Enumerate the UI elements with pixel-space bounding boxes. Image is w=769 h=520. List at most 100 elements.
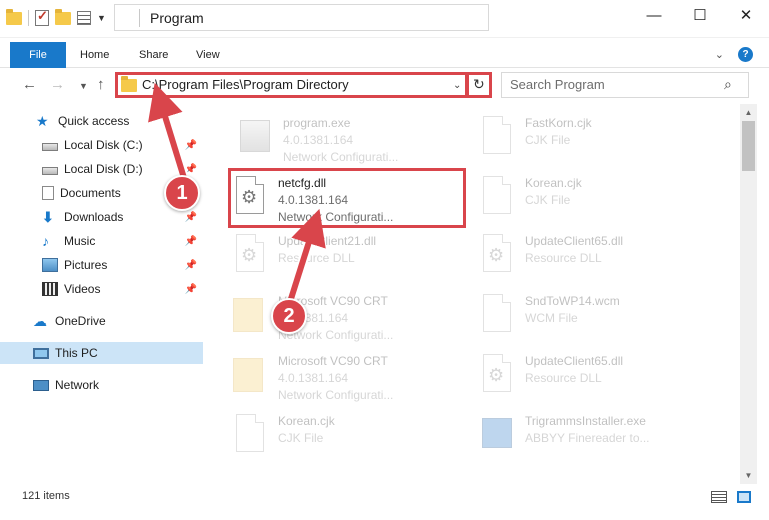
folder-icon bbox=[231, 354, 267, 398]
file-name: UpdateClient65.dll bbox=[525, 234, 624, 248]
installer-icon bbox=[478, 414, 514, 458]
tiles-view-icon[interactable] bbox=[737, 491, 751, 503]
chevron-down-icon[interactable]: ▼ bbox=[97, 13, 106, 23]
sidebar-item-local-disk-c[interactable]: Local Disk (C:) 📌 bbox=[0, 134, 203, 156]
file-type: CJK File bbox=[278, 431, 324, 445]
minimize-button[interactable]: — bbox=[631, 0, 677, 30]
file-item[interactable]: TrigrammsInstaller.exe ABBYY Finereader … bbox=[478, 410, 716, 468]
scrollbar-thumb[interactable] bbox=[742, 121, 755, 171]
file-name: program.exe bbox=[283, 116, 351, 130]
maximize-button[interactable]: ☐ bbox=[677, 0, 723, 30]
file-type: ABBYY Finereader to... bbox=[525, 431, 650, 445]
music-icon: ♪ bbox=[42, 233, 49, 249]
document-icon bbox=[231, 414, 267, 458]
file-name: TrigrammsInstaller.exe bbox=[525, 414, 646, 428]
recent-locations-icon[interactable]: ▼ bbox=[79, 81, 88, 91]
search-icon[interactable]: ⌕ bbox=[724, 76, 732, 93]
document-icon bbox=[478, 176, 514, 220]
back-arrow-icon[interactable]: ← bbox=[22, 76, 37, 93]
file-name: Korean.cjk bbox=[525, 176, 582, 190]
properties-check-icon[interactable] bbox=[35, 8, 49, 26]
tab-view[interactable]: View bbox=[196, 42, 220, 68]
sidebar-item-videos[interactable]: Videos 📌 bbox=[0, 278, 203, 300]
file-name: Korean.cjk bbox=[278, 414, 335, 428]
help-icon[interactable]: ? bbox=[738, 47, 753, 62]
folder-icon[interactable] bbox=[6, 8, 22, 25]
up-arrow-icon[interactable]: ↑ bbox=[97, 76, 105, 93]
sidebar-item-label: Local Disk (C:) bbox=[64, 138, 143, 152]
file-item[interactable]: FastKorn.cjk CJK File bbox=[478, 112, 716, 170]
exe-icon bbox=[236, 116, 272, 160]
pin-icon[interactable]: 📌 bbox=[185, 212, 197, 223]
file-item[interactable]: program.exe 4.0.1381.164 Network Configu… bbox=[236, 112, 474, 170]
file-name: FastKorn.cjk bbox=[525, 116, 592, 130]
pin-icon[interactable]: 📌 bbox=[185, 236, 197, 247]
pictures-icon bbox=[42, 258, 58, 272]
sidebar-item-label: This PC bbox=[55, 346, 98, 360]
cloud-icon: ☁ bbox=[33, 313, 47, 329]
sidebar-item-label: Local Disk (D:) bbox=[64, 162, 143, 176]
file-item[interactable]: ⚙ UpdateClient65.dll Resource DLL bbox=[478, 230, 716, 288]
sidebar-item-this-pc[interactable]: This PC bbox=[0, 342, 203, 364]
sidebar-item-network[interactable]: Network bbox=[0, 374, 203, 396]
file-name: Microsoft VC90 CRT bbox=[278, 354, 388, 368]
file-type: WCM File bbox=[525, 311, 578, 325]
file-type: CJK File bbox=[525, 133, 571, 147]
new-folder-icon[interactable] bbox=[55, 8, 71, 25]
pin-icon[interactable]: 📌 bbox=[185, 284, 197, 295]
navigation-pane: ★ Quick access Local Disk (C:) 📌 Local D… bbox=[0, 104, 207, 480]
pin-icon[interactable]: 📌 bbox=[185, 260, 197, 271]
step-2-badge: 2 bbox=[271, 298, 307, 334]
vertical-scrollbar[interactable]: ▲ ▼ bbox=[740, 104, 757, 484]
file-version: 4.0.1381.164 bbox=[283, 133, 354, 147]
scroll-up-icon[interactable]: ▲ bbox=[740, 104, 757, 121]
file-item[interactable]: Microsoft VC90 CRT 4.0.1381.164 Network … bbox=[231, 290, 469, 348]
computer-icon bbox=[33, 347, 49, 359]
download-icon: ⬇ bbox=[42, 209, 54, 225]
file-item[interactable]: Microsoft VC90 CRT 4.0.1381.164 Network … bbox=[231, 350, 469, 408]
file-list: program.exe 4.0.1381.164 Network Configu… bbox=[207, 104, 740, 484]
disk-icon bbox=[42, 142, 58, 151]
step-1-badge: 1 bbox=[164, 175, 200, 211]
sidebar-item-label: Downloads bbox=[64, 210, 124, 224]
tab-file[interactable]: File bbox=[10, 42, 66, 68]
sidebar-item-onedrive[interactable]: ☁ OneDrive bbox=[0, 310, 203, 332]
divider bbox=[28, 10, 29, 26]
file-item[interactable]: SndToWP14.wcm WCM File bbox=[478, 290, 716, 348]
tab-home[interactable]: Home bbox=[80, 42, 109, 68]
sidebar-item-downloads[interactable]: ⬇ Downloads 📌 bbox=[0, 206, 203, 228]
disk-icon bbox=[42, 166, 58, 175]
address-bar[interactable] bbox=[114, 4, 489, 31]
sidebar-item-pictures[interactable]: Pictures 📌 bbox=[0, 254, 203, 276]
forward-arrow-icon[interactable]: → bbox=[50, 76, 65, 93]
sidebar-item-label: Pictures bbox=[64, 258, 108, 272]
documents-icon bbox=[42, 186, 54, 200]
sidebar-item-quick-access[interactable]: ★ Quick access bbox=[0, 110, 203, 132]
details-view-icon[interactable] bbox=[711, 491, 727, 503]
scroll-down-icon[interactable]: ▼ bbox=[740, 467, 757, 484]
file-name: UpdateClient65.dll bbox=[525, 354, 624, 368]
item-count: 121 items bbox=[22, 490, 70, 502]
customize-icon[interactable] bbox=[77, 11, 91, 25]
address-highlight bbox=[115, 72, 468, 98]
file-name: SndToWP14.wcm bbox=[525, 294, 620, 308]
sidebar-item-label: Network bbox=[55, 378, 100, 392]
tab-share[interactable]: Share bbox=[139, 42, 168, 68]
expand-ribbon-icon[interactable]: ⌄ bbox=[715, 48, 724, 61]
quick-access-toolbar: ▼ bbox=[6, 8, 106, 26]
pin-icon[interactable]: 📌 bbox=[185, 164, 197, 175]
dll-icon: ⚙ bbox=[478, 234, 514, 278]
sidebar-item-label: Videos bbox=[64, 282, 101, 296]
sidebar-item-music[interactable]: ♪ Music 📌 bbox=[0, 230, 203, 252]
file-type: Network Configurati... bbox=[278, 388, 394, 402]
file-item[interactable]: Korean.cjk CJK File bbox=[231, 410, 469, 468]
file-item[interactable]: ⚙ UpdateClient21.dll Resource DLL bbox=[231, 230, 469, 288]
dll-icon: ⚙ bbox=[478, 354, 514, 398]
sidebar-item-label: Documents bbox=[60, 186, 121, 200]
folder-icon bbox=[231, 294, 267, 338]
file-item[interactable]: ⚙ UpdateClient65.dll Resource DLL bbox=[478, 350, 716, 408]
close-button[interactable]: ✕ bbox=[723, 0, 769, 30]
pin-icon[interactable]: 📌 bbox=[185, 140, 197, 151]
star-icon: ★ bbox=[36, 113, 49, 129]
file-item[interactable]: Korean.cjk CJK File bbox=[478, 172, 716, 230]
